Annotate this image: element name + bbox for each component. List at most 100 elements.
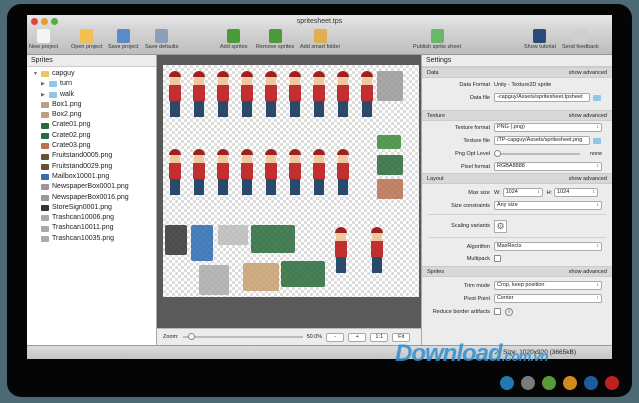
disclosure-triangle-icon[interactable]: ▶ [41, 79, 46, 89]
height-label: H: [546, 189, 553, 196]
multipack-checkbox[interactable] [494, 255, 501, 262]
show-advanced-link[interactable]: show advanced [569, 111, 607, 120]
minimize-button[interactable] [41, 18, 48, 25]
toolbar-add-sprites-button[interactable]: Add sprites [220, 29, 248, 50]
publish-icon [430, 29, 444, 43]
toolbar-add-smart-folder-button[interactable]: Add smart folder [300, 29, 340, 50]
png-opt-label: Png Opt Level [455, 150, 490, 157]
reduce-border-checkbox[interactable] [494, 308, 501, 315]
list-item[interactable]: Trashcan10011.png [33, 223, 156, 233]
toolbar-label: New project [29, 44, 59, 50]
list-item[interactable]: Box2.png [33, 110, 156, 120]
watermark-dot [605, 376, 619, 390]
preview-canvas: Zoom: 50.0% - + 1:1 Fit [157, 55, 421, 345]
app-window: spritesheet.tps New project Open project S… [27, 15, 612, 359]
algorithm-label: Algorithm [466, 243, 490, 250]
toolbar-save-project-button[interactable]: Save project [108, 29, 139, 50]
sprite-object [191, 225, 213, 261]
max-width-combo[interactable]: 1024 [502, 188, 543, 197]
zoom-actual-button[interactable]: 1:1 [370, 332, 389, 342]
disclosure-triangle-icon[interactable]: ▼ [33, 69, 38, 79]
sprite-name: Box1.png [52, 100, 82, 108]
image-icon [41, 163, 49, 170]
toolbar-send-feedback-button[interactable]: Send feedback [562, 29, 599, 50]
watermark-dot [542, 376, 556, 390]
trim-mode-select[interactable]: Crop, keep position [494, 281, 602, 290]
list-item[interactable]: ▼ capguy [33, 69, 156, 79]
max-height-combo[interactable]: 1024 [554, 188, 599, 197]
sprite-character [239, 149, 255, 197]
gear-icon[interactable]: ⚙ [494, 219, 507, 233]
list-item[interactable]: Mailbox10001.png [33, 172, 156, 182]
list-item[interactable]: NewspaperBox0016.png [33, 193, 156, 203]
folder-icon[interactable] [593, 94, 601, 101]
sprite-character [215, 71, 231, 119]
toolbar-label: Show tutorial [524, 44, 556, 50]
sprite-name: Fruitstand0029.png [52, 162, 113, 170]
pivot-point-label: Pivot Point [463, 295, 490, 302]
folder-icon[interactable] [593, 137, 601, 144]
pixel-format-select[interactable]: RGBA8888 [494, 162, 602, 171]
list-item[interactable]: Trashcan10006.png [33, 213, 156, 223]
sprite-object [377, 179, 403, 199]
toolbar-label: Publish sprite sheet [413, 44, 461, 50]
folder-icon [41, 71, 49, 78]
toolbar-label: Send feedback [562, 44, 599, 50]
toolbar-save-defaults-button[interactable]: Save defaults [145, 29, 178, 50]
show-advanced-link[interactable]: show advanced [569, 174, 607, 183]
image-icon [41, 225, 49, 232]
zoom-button[interactable] [51, 18, 58, 25]
zoom-out-button[interactable]: - [326, 332, 345, 342]
sprites-section-header: Sprites show advanced [422, 266, 612, 277]
pivot-point-select[interactable]: Center [494, 294, 602, 303]
settings-header: Settings [422, 55, 612, 67]
png-opt-knob[interactable] [494, 149, 501, 157]
list-item[interactable]: Box1.png [33, 100, 156, 110]
list-item[interactable]: NewspaperBox0001.png [33, 182, 156, 192]
texture-section-header: Texture show advanced [422, 110, 612, 121]
show-advanced-link[interactable]: show advanced [569, 267, 607, 276]
toolbar-publish-sprite-sheet-button[interactable]: Publish sprite sheet [413, 29, 461, 50]
sprite-character [167, 149, 183, 197]
list-item[interactable]: ▶ walk [33, 90, 156, 100]
list-item[interactable]: Fruitstand0005.png [33, 151, 156, 161]
list-item[interactable]: StoreSign0001.png [33, 203, 156, 213]
list-item[interactable]: Trashcan10035.png [33, 234, 156, 244]
data-file-input[interactable]: -capguy/Assets/spritesheet.tpsheet [494, 93, 590, 102]
zoom-in-button[interactable]: + [348, 332, 367, 342]
sprite-name: Trashcan10011.png [52, 224, 114, 232]
sprite-name: NewspaperBox0001.png [52, 183, 129, 191]
info-icon[interactable]: i [505, 307, 513, 316]
size-constraints-select[interactable]: Any size [494, 201, 602, 210]
zoom-label: Zoom: [163, 334, 179, 340]
close-button[interactable] [31, 18, 38, 25]
sliders-icon [155, 29, 169, 43]
sprite-character [287, 149, 303, 197]
sprite-name: Mailbox10001.png [52, 172, 110, 180]
texture-file-input[interactable]: /TP-capguy/Assets/spritesheet.png [494, 136, 590, 145]
algorithm-select[interactable]: MaxRects [494, 242, 602, 251]
sprite-character [215, 149, 231, 197]
show-advanced-link[interactable]: show advanced [569, 68, 607, 77]
texture-format-select[interactable]: PNG (.png) [494, 123, 602, 132]
list-item[interactable]: Fruitstand0029.png [33, 162, 156, 172]
title-bar: spritesheet.tps [27, 15, 612, 28]
toolbar-open-project-button[interactable]: Open project [71, 29, 103, 50]
list-item[interactable]: Crate01.png [33, 120, 156, 130]
toolbar-show-tutorial-button[interactable]: Show tutorial [524, 29, 556, 50]
toolbar-label: Remove sprites [256, 44, 295, 50]
zoom-bar: Zoom: 50.0% - + 1:1 Fit [157, 328, 421, 345]
list-item[interactable]: Crate02.png [33, 131, 156, 141]
sprite-object [218, 225, 248, 245]
sprite-character [359, 71, 375, 119]
list-item[interactable]: Crate03.png [33, 141, 156, 151]
zoom-slider[interactable] [182, 333, 303, 340]
sprite-tree: ▼ capguy ▶ turn ▶ walk Box1.png Box2.png Crate01… [27, 67, 156, 244]
list-item[interactable]: ▶ turn [33, 79, 156, 89]
png-opt-slider[interactable] [494, 149, 580, 157]
toolbar-remove-sprites-button[interactable]: Remove sprites [256, 29, 294, 50]
image-icon [41, 132, 49, 139]
disclosure-triangle-icon[interactable]: ▶ [41, 90, 46, 100]
zoom-slider-knob[interactable] [188, 333, 196, 340]
toolbar-new-project-button[interactable]: New project [29, 29, 58, 50]
